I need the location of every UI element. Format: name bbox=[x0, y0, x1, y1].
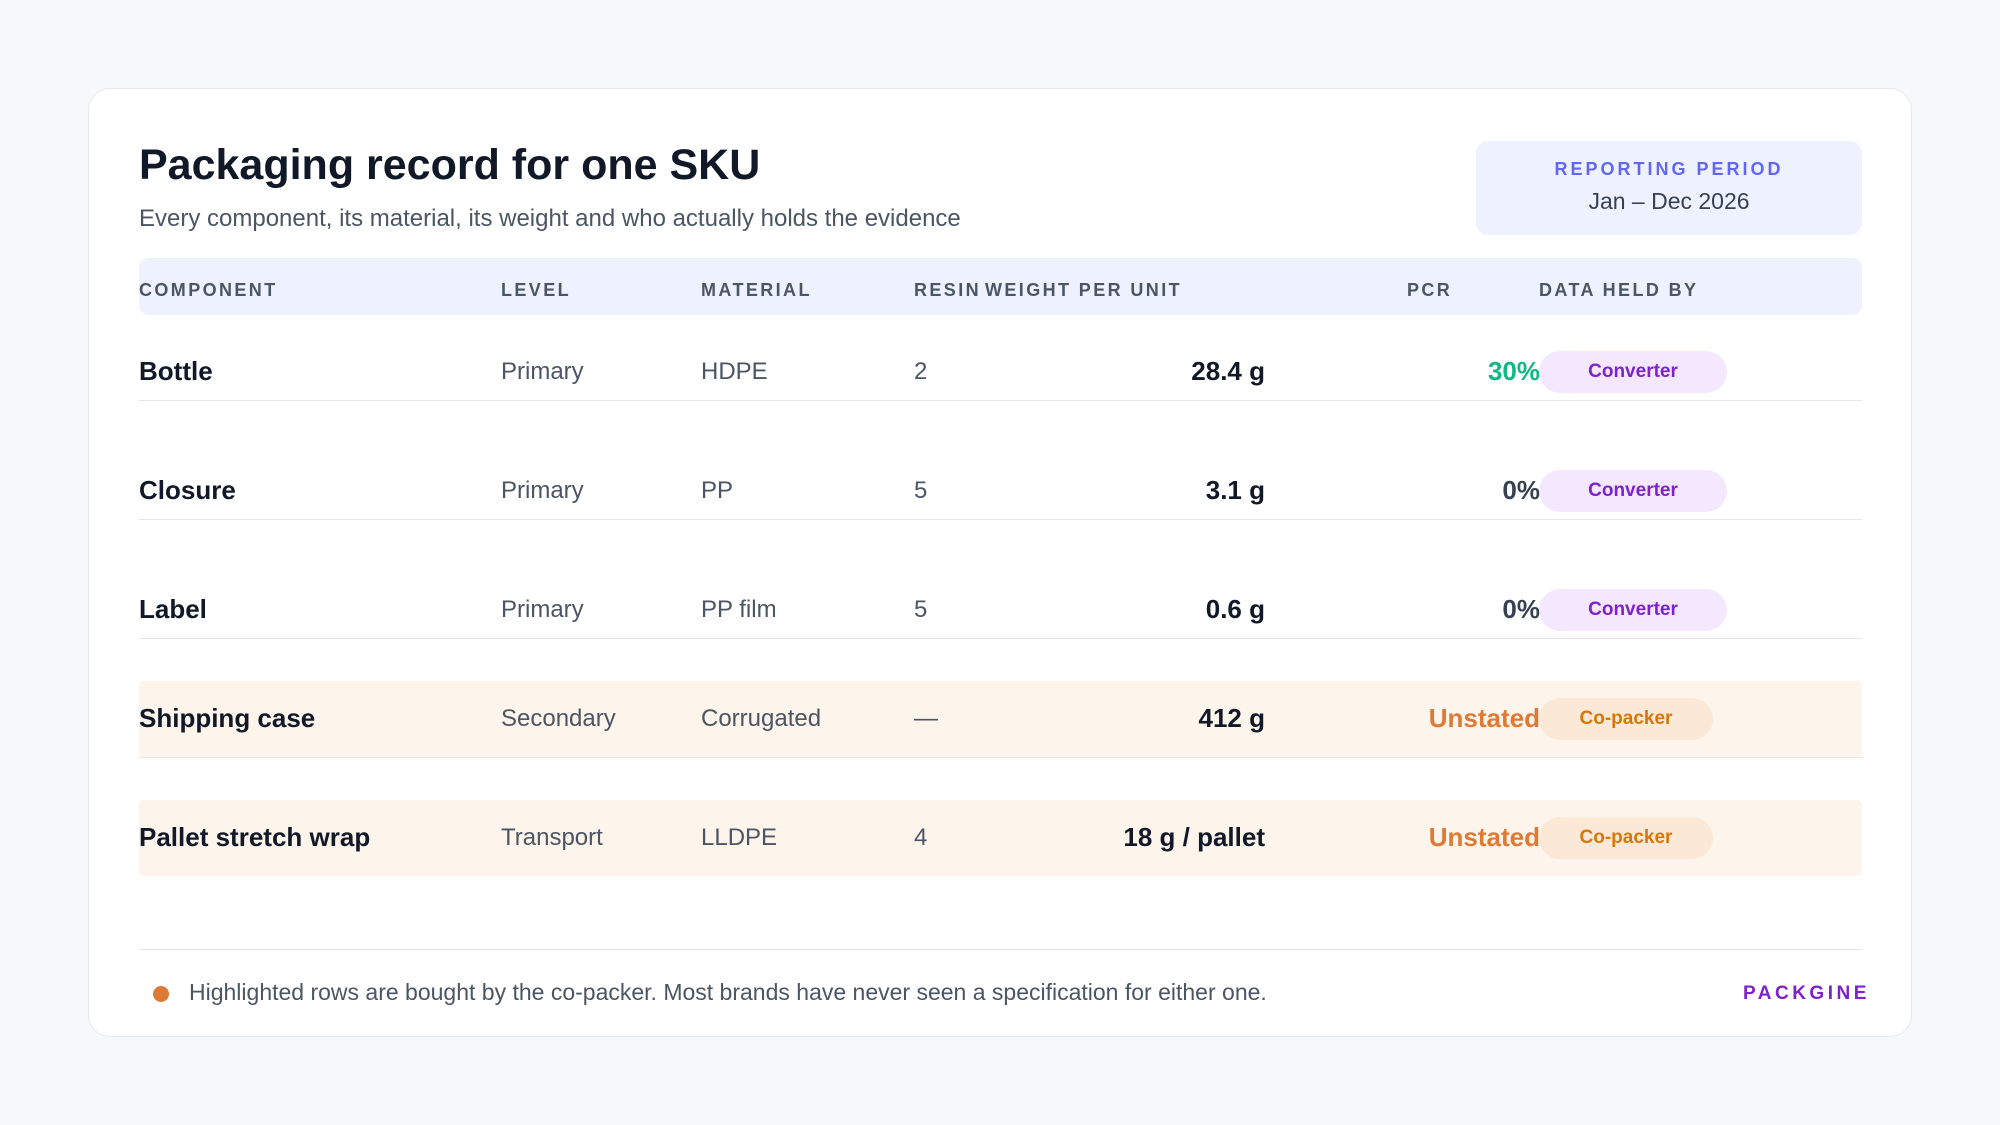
cell-level: Transport bbox=[501, 824, 603, 851]
cell-resin: — bbox=[914, 705, 938, 732]
row-divider bbox=[139, 400, 1862, 401]
footer-note: Highlighted rows are bought by the co-pa… bbox=[189, 979, 1267, 1005]
col-header-weight: WEIGHT PER UNIT bbox=[985, 280, 1182, 300]
row-divider bbox=[139, 757, 1862, 758]
cell-material: PP film bbox=[701, 596, 777, 623]
cell-weight: 3.1 g bbox=[1205, 475, 1265, 505]
cell-pcr: Unstated bbox=[1428, 822, 1540, 852]
table-row[interactable]: Label Primary PP film 5 0.6 g 0% Converter bbox=[139, 572, 1862, 648]
data-holder-badge: Co-packer bbox=[1539, 698, 1713, 740]
table-row[interactable]: Pallet stretch wrap Transport LLDPE 4 18 g /… bbox=[139, 800, 1862, 876]
cell-weight: 28.4 g bbox=[1191, 356, 1265, 386]
cell-level: Secondary bbox=[501, 705, 616, 732]
cell-level: Primary bbox=[501, 477, 584, 504]
highlight-legend-dot bbox=[153, 986, 169, 1002]
cell-component: Label bbox=[139, 594, 207, 624]
cell-resin: 5 bbox=[914, 596, 928, 623]
reporting-period-label: REPORTING PERIOD bbox=[1554, 159, 1784, 179]
cell-pcr: Unstated bbox=[1428, 703, 1540, 733]
cell-level: Primary bbox=[501, 596, 584, 623]
cell-material: PP bbox=[701, 477, 734, 504]
reporting-period-box: REPORTING PERIOD Jan – Dec 2026 bbox=[1476, 141, 1862, 235]
cell-material: LLDPE bbox=[701, 824, 778, 851]
cell-component: Closure bbox=[139, 475, 236, 505]
brand-logo: PACKGINE bbox=[1743, 983, 1870, 1004]
table-row[interactable]: Shipping case Secondary Corrugated — 412 g Un… bbox=[139, 681, 1862, 757]
cell-component: Shipping case bbox=[139, 703, 316, 733]
cell-material: Corrugated bbox=[701, 705, 822, 732]
cell-resin: 2 bbox=[914, 358, 928, 385]
packaging-record-card: Packaging record for one SKU Every compo… bbox=[88, 88, 1912, 1037]
data-holder-badge: Converter bbox=[1539, 351, 1727, 393]
data-holder-badge: Converter bbox=[1539, 470, 1727, 512]
cell-material: HDPE bbox=[701, 358, 768, 385]
page-title: Packaging record for one SKU bbox=[139, 141, 761, 189]
cell-pcr: 0% bbox=[1502, 594, 1540, 624]
data-holder-badge: Converter bbox=[1539, 589, 1727, 631]
cell-component: Bottle bbox=[139, 356, 213, 386]
table-row[interactable]: Closure Primary PP 5 3.1 g 0% Converter bbox=[139, 453, 1862, 529]
cell-resin: 5 bbox=[914, 477, 928, 504]
col-header-material: MATERIAL bbox=[701, 280, 812, 300]
col-header-resin: RESIN bbox=[914, 280, 982, 300]
cell-weight: 18 g / pallet bbox=[1123, 822, 1265, 852]
cell-resin: 4 bbox=[914, 824, 928, 851]
cell-weight: 0.6 g bbox=[1205, 594, 1265, 624]
table-row[interactable]: Bottle Primary HDPE 2 28.4 g 30% Converter bbox=[139, 334, 1862, 410]
cell-level: Primary bbox=[501, 358, 584, 385]
row-divider bbox=[139, 638, 1862, 639]
col-header-component: COMPONENT bbox=[139, 280, 278, 300]
row-divider bbox=[139, 519, 1862, 520]
col-header-pcr: PCR bbox=[1407, 280, 1453, 300]
cell-pcr: 30% bbox=[1487, 356, 1540, 386]
reporting-period-value: Jan – Dec 2026 bbox=[1588, 188, 1750, 214]
cell-weight: 412 g bbox=[1198, 703, 1266, 733]
data-holder-badge: Co-packer bbox=[1539, 817, 1713, 859]
cell-component: Pallet stretch wrap bbox=[139, 822, 371, 852]
footer-divider bbox=[139, 949, 1862, 950]
page-subtitle: Every component, its material, its weigh… bbox=[139, 205, 961, 232]
cell-pcr: 0% bbox=[1502, 475, 1540, 505]
col-header-level: LEVEL bbox=[501, 280, 572, 300]
col-header-data-held-by: DATA HELD BY bbox=[1539, 280, 1699, 300]
table-header: COMPONENT LEVEL MATERIAL RESIN WEIGHT PE… bbox=[139, 258, 1862, 315]
